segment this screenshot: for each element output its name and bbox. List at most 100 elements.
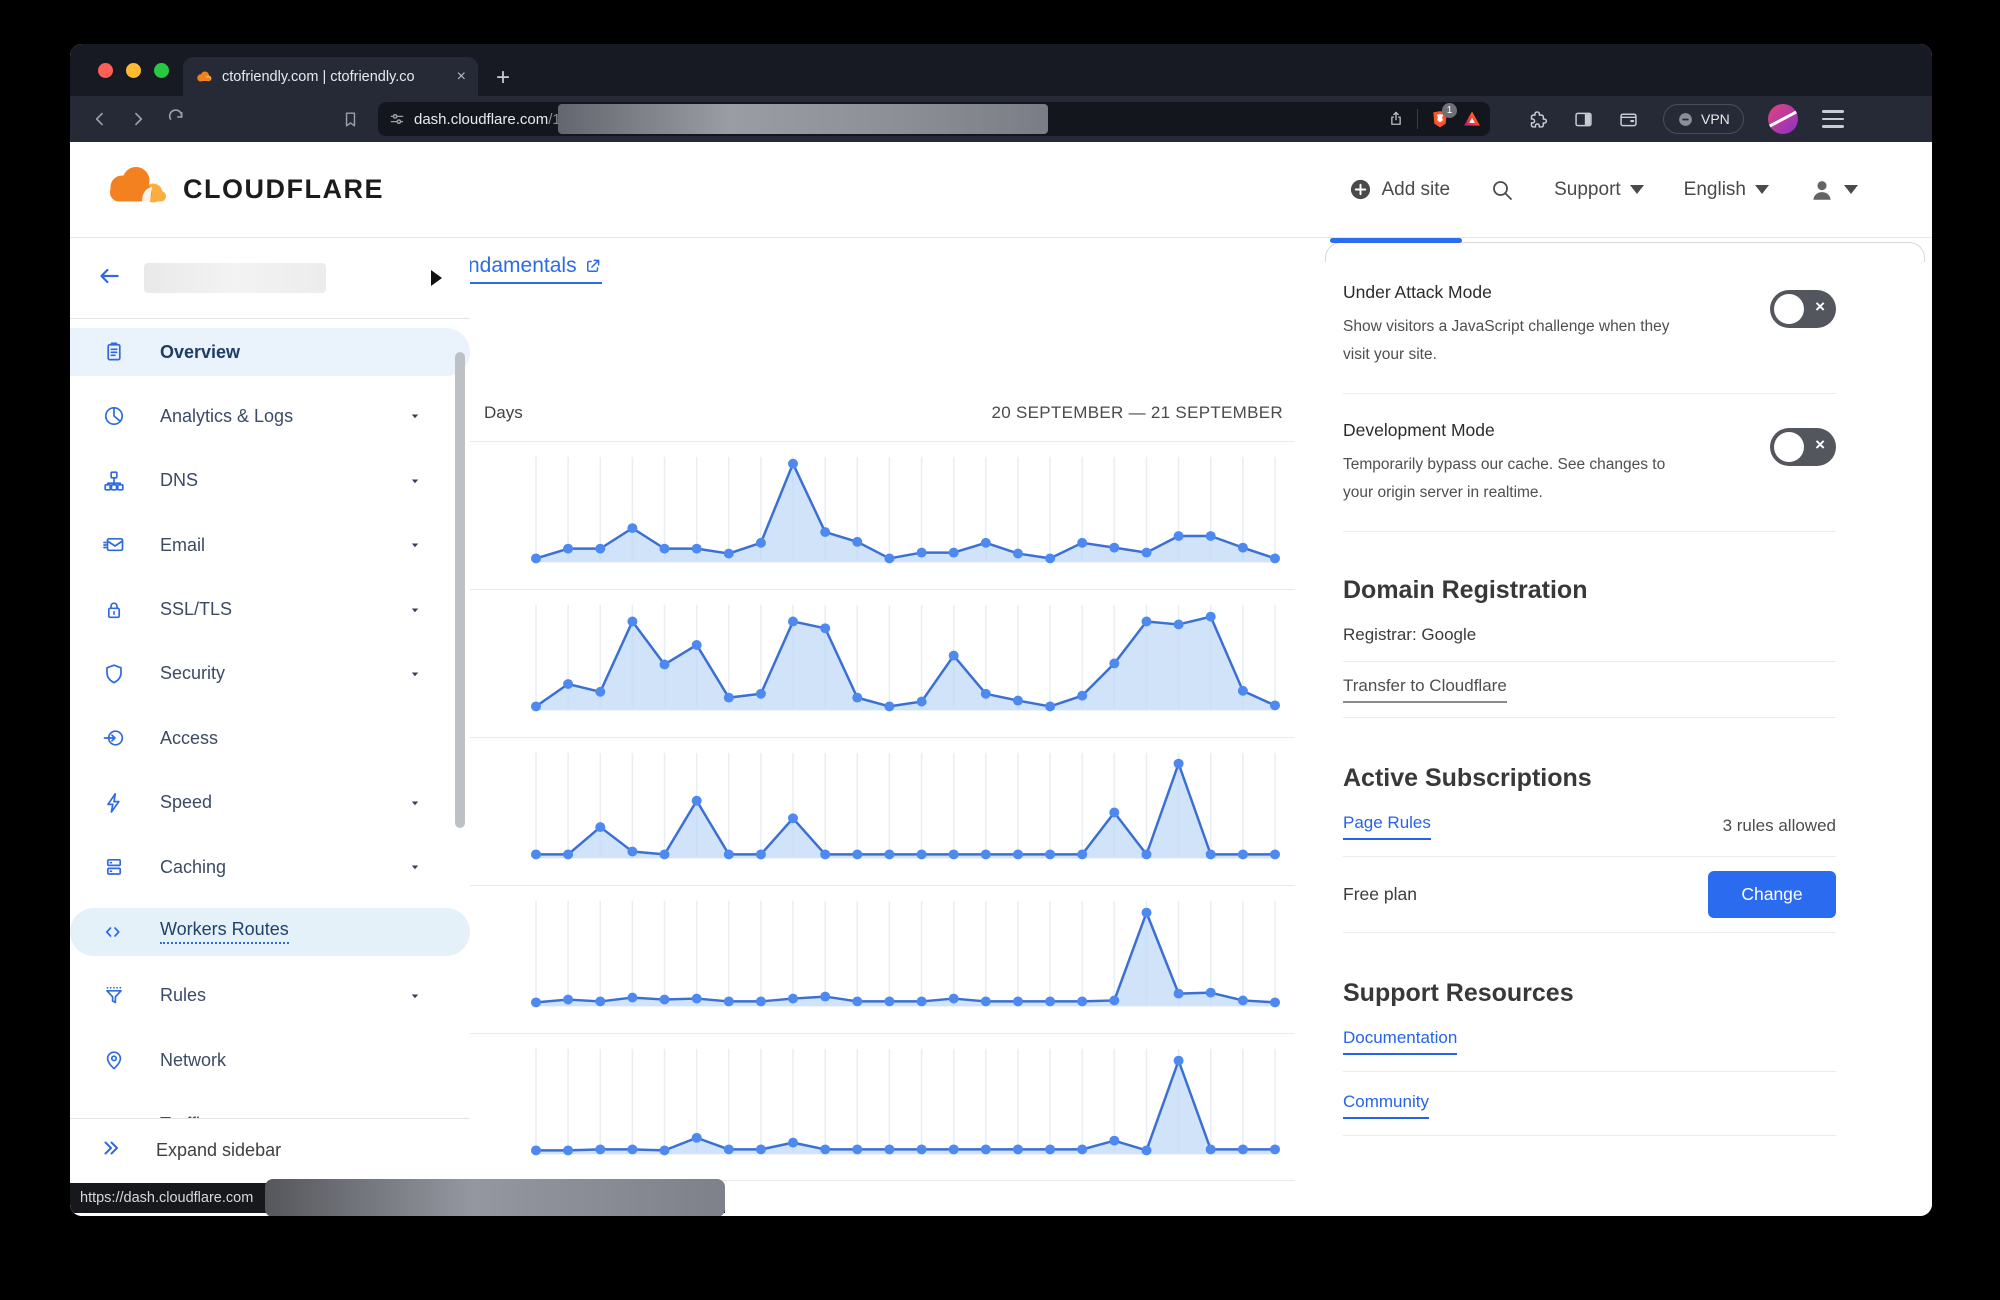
quick-actions-panel: Under Attack Mode Show visitors a JavaSc… bbox=[1295, 238, 1932, 1216]
close-window-button[interactable] bbox=[98, 63, 113, 78]
range-label[interactable]: Days bbox=[484, 403, 523, 423]
language-menu[interactable]: English bbox=[1684, 179, 1769, 201]
sidebar-item-overview[interactable]: Overview bbox=[70, 328, 470, 376]
cloudflare-favicon-icon bbox=[195, 68, 213, 86]
vpn-label: VPN bbox=[1701, 111, 1730, 127]
back-icon[interactable] bbox=[90, 109, 110, 129]
domain-registration-title: Domain Registration bbox=[1343, 576, 1836, 605]
traffic-lights bbox=[98, 63, 169, 78]
close-tab-icon[interactable]: × bbox=[457, 68, 466, 86]
extensions-icon[interactable] bbox=[1528, 109, 1549, 130]
date-range: 20 SEPTEMBER — 21 SEPTEMBER bbox=[991, 403, 1283, 423]
sidebar-scrollbar[interactable] bbox=[455, 352, 465, 828]
documentation-link[interactable]: Documentation bbox=[1343, 1028, 1457, 1055]
sidebar-item-speed[interactable]: Speed bbox=[70, 779, 470, 827]
site-settings-icon[interactable] bbox=[388, 110, 406, 128]
under-attack-row: Under Attack Mode Show visitors a JavaSc… bbox=[1343, 256, 1836, 394]
sidebar: Overview Analytics & Logs DNS Email SSL/TLS S… bbox=[70, 238, 470, 1216]
minimize-window-button[interactable] bbox=[126, 63, 141, 78]
cloudflare-cloud-icon bbox=[95, 163, 181, 217]
community-link[interactable]: Community bbox=[1343, 1092, 1429, 1119]
browser-toolbar: dash.cloudflare.com /1c3 1 bbox=[70, 96, 1932, 142]
chevron-down-icon bbox=[408, 409, 422, 423]
traffic-charts bbox=[470, 441, 1295, 1181]
dev-mode-toggle[interactable]: × bbox=[1770, 428, 1836, 466]
documentation-row: Documentation bbox=[1343, 1008, 1836, 1072]
url-bar[interactable]: dash.cloudflare.com /1c3 1 bbox=[378, 102, 1490, 136]
sidebar-nav: Overview Analytics & Logs DNS Email SSL/TLS S… bbox=[70, 319, 470, 1149]
cloudflare-logo[interactable]: CLOUDFLARE bbox=[95, 163, 384, 217]
funnel-icon bbox=[102, 984, 126, 1008]
share-icon[interactable] bbox=[1387, 110, 1405, 128]
dev-mode-title: Development Mode bbox=[1343, 420, 1695, 441]
brave-shield-icon[interactable]: 1 bbox=[1430, 109, 1450, 129]
account-menu[interactable] bbox=[1809, 177, 1858, 203]
dev-mode-row: Development Mode Temporarily bypass our … bbox=[1343, 394, 1836, 532]
forward-icon[interactable] bbox=[128, 109, 148, 129]
under-attack-desc: Show visitors a JavaScript challenge whe… bbox=[1343, 313, 1695, 369]
chevron-down-icon bbox=[408, 796, 422, 810]
wallet-icon[interactable] bbox=[1618, 109, 1639, 130]
back-arrow-icon[interactable] bbox=[96, 263, 122, 294]
vpn-button[interactable]: VPN bbox=[1663, 104, 1744, 134]
sidebar-item-security[interactable]: Security bbox=[70, 650, 470, 698]
screen: ctofriendly.com | ctofriendly.co × + bbox=[0, 0, 2000, 1300]
sidebar-item-network[interactable]: Network bbox=[70, 1036, 470, 1084]
page-rules-link[interactable]: Page Rules bbox=[1343, 813, 1431, 840]
shield-icon bbox=[102, 662, 126, 686]
change-plan-button[interactable]: Change bbox=[1708, 871, 1836, 918]
add-site-button[interactable]: Add site bbox=[1349, 178, 1450, 201]
chevron-down-icon bbox=[408, 860, 422, 874]
sidebar-item-label: Caching bbox=[160, 857, 226, 878]
profile-avatar[interactable] bbox=[1768, 104, 1798, 134]
expand-sidebar-button[interactable]: Expand sidebar bbox=[70, 1118, 470, 1181]
url-redacted-blur bbox=[558, 104, 1048, 134]
lock-icon bbox=[102, 598, 126, 622]
code-brackets-icon bbox=[102, 920, 126, 944]
sidebar-item-caching[interactable]: Caching bbox=[70, 843, 470, 891]
url-host: dash.cloudflare.com bbox=[414, 111, 548, 128]
dev-mode-desc: Temporarily bypass our cache. See change… bbox=[1343, 451, 1695, 507]
sidebar-toggle-icon[interactable] bbox=[1573, 109, 1594, 130]
collapse-arrow-icon[interactable] bbox=[431, 270, 442, 286]
chevron-down-icon bbox=[408, 538, 422, 552]
toggle-knob bbox=[1774, 432, 1804, 462]
reload-icon[interactable] bbox=[166, 109, 186, 129]
sidebar-item-email[interactable]: Email bbox=[70, 521, 470, 569]
site-row bbox=[70, 238, 470, 318]
chevron-down-icon bbox=[1630, 185, 1644, 194]
chart-2 bbox=[470, 589, 1295, 737]
sidebar-item-label: Overview bbox=[160, 342, 240, 363]
chevron-down-icon bbox=[408, 667, 422, 681]
chevron-down-icon bbox=[1844, 185, 1858, 194]
browser-window: ctofriendly.com | ctofriendly.co × + bbox=[70, 44, 1932, 1216]
sidebar-item-label: Network bbox=[160, 1050, 226, 1071]
support-menu[interactable]: Support bbox=[1554, 179, 1644, 201]
transfer-to-cloudflare-link[interactable]: Transfer to Cloudflare bbox=[1343, 676, 1507, 703]
browser-tab[interactable]: ctofriendly.com | ctofriendly.co × bbox=[183, 57, 478, 96]
sidebar-item-workers-routes[interactable]: Workers Routes bbox=[70, 908, 470, 956]
community-row: Community bbox=[1343, 1072, 1836, 1136]
sidebar-item-analytics-logs[interactable]: Analytics & Logs bbox=[70, 392, 470, 440]
registrar-row: Registrar: Google bbox=[1343, 605, 1836, 662]
sidebar-item-rules[interactable]: Rules bbox=[70, 972, 470, 1020]
under-attack-title: Under Attack Mode bbox=[1343, 282, 1695, 303]
sidebar-item-label: Workers Routes bbox=[160, 919, 289, 944]
vpn-status-icon bbox=[1677, 111, 1694, 128]
new-tab-button[interactable]: + bbox=[496, 66, 510, 90]
under-attack-toggle[interactable]: × bbox=[1770, 290, 1836, 328]
brave-rewards-icon[interactable] bbox=[1462, 109, 1482, 129]
sidebar-item-label: DNS bbox=[160, 470, 198, 491]
toggle-off-x: × bbox=[1815, 435, 1825, 455]
sidebar-item-label: Rules bbox=[160, 985, 206, 1006]
sidebar-item-ssl-tls[interactable]: SSL/TLS bbox=[70, 586, 470, 634]
search-icon[interactable] bbox=[1490, 178, 1514, 202]
support-resources-title: Support Resources bbox=[1343, 979, 1836, 1008]
zoom-window-button[interactable] bbox=[154, 63, 169, 78]
menu-icon[interactable] bbox=[1822, 110, 1844, 128]
bookmark-icon[interactable] bbox=[341, 110, 360, 129]
sidebar-item-access[interactable]: Access bbox=[70, 714, 470, 762]
fundamentals-link[interactable]: ndamentals bbox=[470, 254, 602, 284]
sidebar-item-dns[interactable]: DNS bbox=[70, 457, 470, 505]
divider bbox=[1417, 109, 1418, 129]
